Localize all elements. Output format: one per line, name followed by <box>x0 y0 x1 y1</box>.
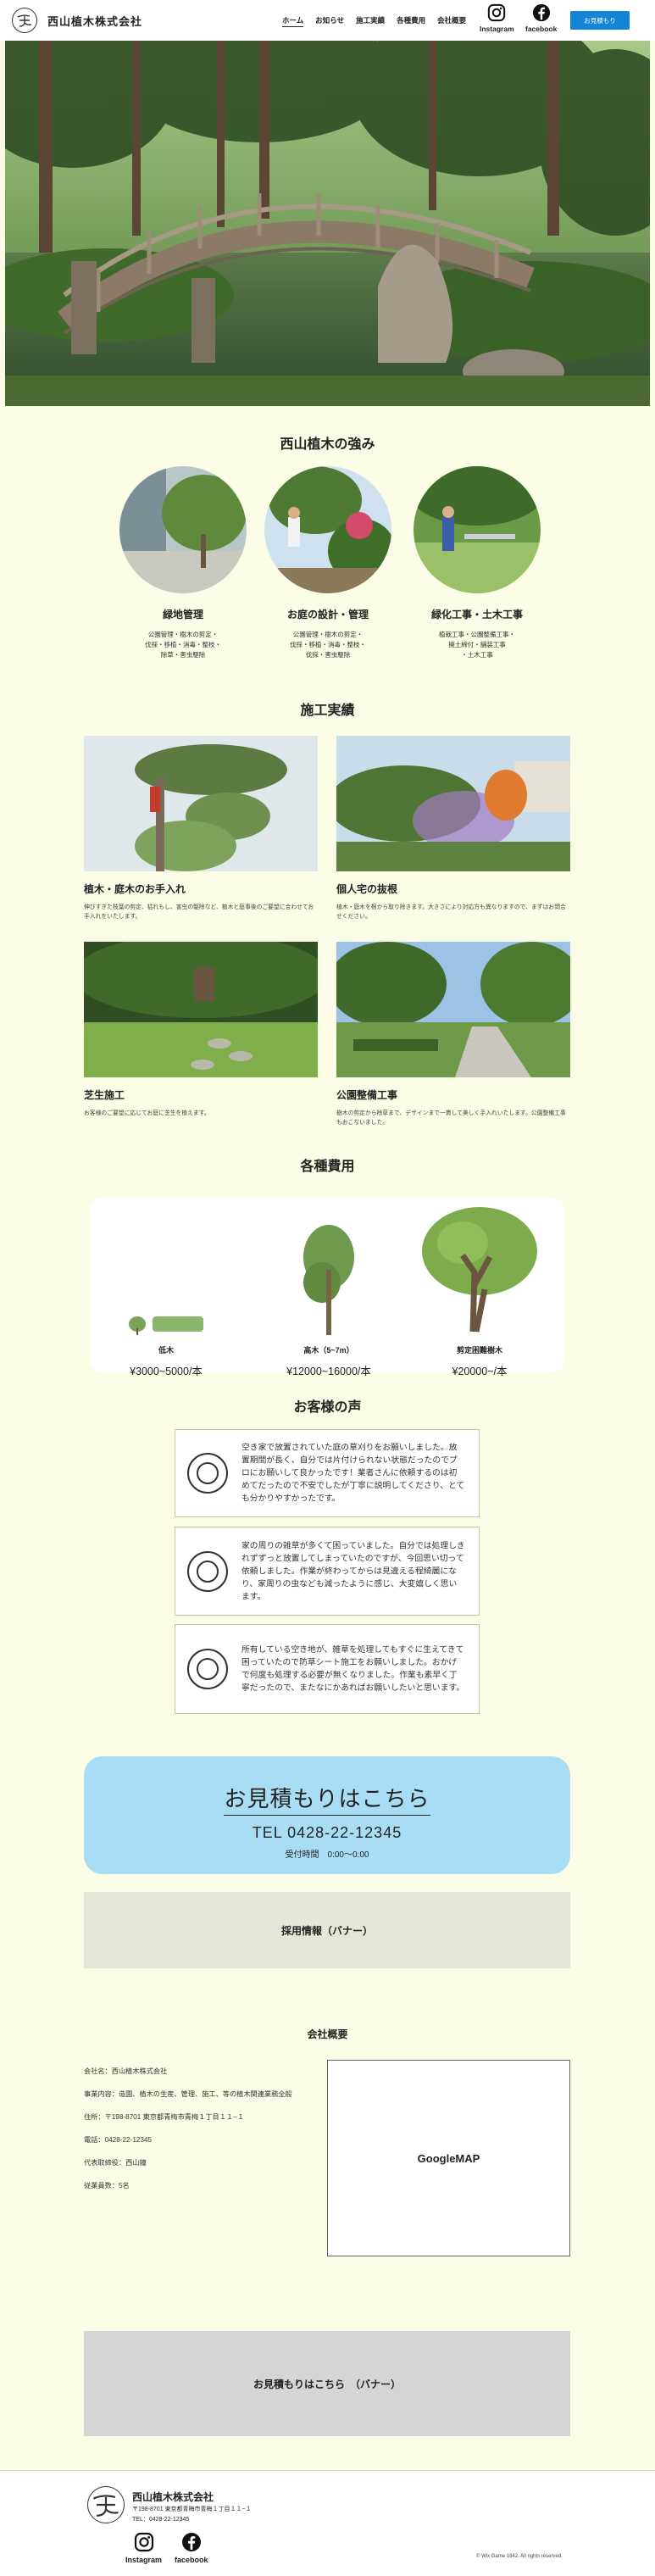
work-desc: 樹木の剪定から除草まで、デザインまで一貫して美しく手入れいたします。公園整備工事… <box>336 1110 566 1126</box>
work-card[interactable]: 個人宅の抜根 植木・庭木を根から取り除きます。大きさにより対応方も異なりますので… <box>336 736 570 921</box>
work-card[interactable]: 公園整備工事 樹木の剪定から除草まで、デザインまで一貫して美しく手入れいたします… <box>336 942 570 1127</box>
facebook-icon <box>181 2533 201 2551</box>
works-title: 施工実績 <box>300 704 355 718</box>
company-row: 代表取締役：西山鐘 <box>84 2159 147 2167</box>
voice-card: 家の周りの雑草が多くて困っていました。自分では処理しきれずずっと放置してしまって… <box>175 1527 480 1616</box>
strength-desc: 公園管理・樹木の剪定・ 伐採・移植・消毒・整枝・ 伐採・害虫駆除 <box>290 631 366 659</box>
voice-text: 所有している空き地が、雑草を処理してもすぐに生えてきて困っていたので防草シート施… <box>241 1645 465 1693</box>
footer-facebook-link[interactable]: facebook <box>175 2532 208 2564</box>
strength-desc: 植栽工事・公園整備工事・ 擁土締付・舗装工事 ・土木工事 <box>439 631 515 659</box>
hero-image <box>5 41 650 406</box>
voice-text: 家の周りの雑草が多くて困っていました。自分では処理しきれずずっと放置してしまって… <box>241 1541 465 1601</box>
cost-price: ¥20000~/本 <box>452 1366 508 1377</box>
strength-image <box>264 466 391 593</box>
cost-panel: 低木 ¥3000~5000/本 高木（5~7m） ¥12000~16000/本 … <box>90 1198 564 1377</box>
strength-image <box>119 466 247 593</box>
work-desc: 伸びすぎた枝葉の剪定、枯れもし、害虫の駆除など、植木と庭事後のご要望に合わせてお… <box>84 904 314 920</box>
nav-home[interactable]: ホーム <box>282 15 304 27</box>
strength-card: お庭の設計・管理 公園管理・樹木の剪定・ 伐採・移植・消毒・整枝・ 伐採・害虫駆除 <box>252 466 404 660</box>
work-desc: 植木・庭木を根から取り除きます。大きさにより対応方も異なりますので、まずはお問合… <box>336 904 566 920</box>
work-title: 植木・庭木のお手入れ <box>84 883 186 895</box>
contact-banner[interactable]: お見積もりはこちら TEL 0428-22-12345 受付時間 0:00〜0:… <box>84 1756 570 1874</box>
footer-brand: 西山植木株式会社 <box>132 2491 214 2503</box>
cost-price: ¥3000~5000/本 <box>130 1366 203 1377</box>
strength-title: お庭の設計・管理 <box>286 609 369 620</box>
facebook-label: facebook <box>525 25 558 33</box>
company-row: 従業員数：5名 <box>84 2182 130 2189</box>
footer-instagram-link[interactable]: Instagram <box>125 2532 162 2564</box>
user-avatar-icon <box>187 1649 228 1689</box>
work-image <box>336 736 570 871</box>
nav-works[interactable]: 施工実績 <box>356 15 385 27</box>
footer-instagram-label: Instagram <box>125 2556 163 2564</box>
estimate-banner[interactable]: お見積もりはこちら （バナー） <box>84 2331 570 2436</box>
instagram-link[interactable]: Instagram <box>480 3 514 33</box>
facebook-icon <box>532 3 550 22</box>
company-title: 会社概要 <box>307 2028 348 2040</box>
cost-price: ¥12000~16000/本 <box>286 1366 371 1377</box>
nav-company[interactable]: 会社概要 <box>437 15 466 27</box>
footer-tel: TEL：0428-22-12345 <box>132 2517 190 2523</box>
costs-title: 各種費用 <box>300 1160 355 1174</box>
cost-name: 剪定困難樹木 <box>456 1346 502 1355</box>
brand-name[interactable]: 西山植木株式会社 <box>47 13 142 29</box>
strength-desc: 公園管理・樹木の剪定・ 伐採・移植・消毒・整枝・ 除草・害虫駆除 <box>145 631 221 659</box>
cost-item: 低木 ¥3000~5000/本 <box>124 1315 208 1378</box>
strength-card: 緑化工事・土木工事 植栽工事・公園整備工事・ 擁土締付・舗装工事 ・土木工事 <box>401 466 553 660</box>
main-nav: ホーム お知らせ 施工実績 各種費用 会社概要 <box>282 15 466 27</box>
shrub-icon <box>129 1316 203 1335</box>
footer-facebook-label: facebook <box>175 2556 208 2564</box>
strength-card: 緑地管理 公園管理・樹木の剪定・ 伐採・移植・消毒・整枝・ 除草・害虫駆除 <box>107 466 259 660</box>
facebook-link[interactable]: facebook <box>525 3 557 33</box>
user-avatar-icon <box>187 1550 228 1592</box>
cost-item: 高木（5~7m） ¥12000~16000/本 <box>278 1223 380 1378</box>
work-image <box>336 942 570 1077</box>
strength-title: 緑地管理 <box>162 609 203 620</box>
copyright: © Wix Game 1842. All rights reserved. <box>476 2554 563 2559</box>
site-header: 西山植木株式会社 ホーム お知らせ 施工実績 各種費用 会社概要 Instagr… <box>0 0 655 41</box>
cost-name: 低木 <box>158 1346 174 1355</box>
work-title: 個人宅の抜根 <box>336 883 398 895</box>
large-tree-icon <box>422 1207 537 1333</box>
voices-title: お客様の声 <box>293 1400 362 1415</box>
contact-hours: 受付時間 0:00〜0:00 <box>285 1850 369 1860</box>
google-map[interactable]: GoogleMAP <box>327 2060 570 2256</box>
instagram-label: Instagram <box>480 25 514 33</box>
cost-item: 剪定困難樹木 ¥20000~/本 <box>420 1205 539 1378</box>
company-row: 会社名：西山植木株式会社 <box>84 2067 168 2075</box>
cost-name: 高木（5~7m） <box>303 1346 354 1355</box>
nav-costs[interactable]: 各種費用 <box>397 15 425 27</box>
estimate-button[interactable]: お見積もり <box>570 11 630 30</box>
company-row: 電話：0428-22-12345 <box>84 2136 153 2144</box>
user-avatar-icon <box>187 1453 228 1494</box>
work-card[interactable]: 植木・庭木のお手入れ 伸びすぎた枝葉の剪定、枯れもし、害虫の駆除など、植木と庭事… <box>84 736 318 921</box>
work-card[interactable]: 芝生施工 お客様のご要望に応じてお庭に芝生を植えます。 <box>84 942 318 1118</box>
work-desc: お客様のご要望に応じてお庭に芝生を植えます。 <box>84 1110 210 1116</box>
company-info: 会社名：西山植木株式会社 事業内容：造園、植木の生産、管理、施工、等の植木関連業… <box>84 2060 292 2197</box>
work-image <box>84 942 318 1077</box>
instagram-icon <box>488 3 506 22</box>
logo-icon[interactable] <box>12 8 37 33</box>
company-row: 住所：〒198-8701 東京都青梅市青梅１丁目１１−１ <box>84 2113 245 2121</box>
strength-title: 緑化工事・土木工事 <box>430 609 523 620</box>
site-footer: 西山植木株式会社 〒198-8701 東京都青梅市青梅１丁目１１−１ TEL：0… <box>0 2470 655 2576</box>
voice-text: 空き家で放置されていた庭の草刈りをお願いしました。放置期間が長く、自分では片付け… <box>241 1443 465 1504</box>
instagram-icon <box>134 2532 153 2552</box>
contact-tel: TEL 0428-22-12345 <box>252 1824 402 1841</box>
voice-card: 空き家で放置されていた庭の草刈りをお願いしました。放置期間が長く、自分では片付け… <box>175 1429 480 1517</box>
voice-card: 所有している空き地が、雑草を処理してもすぐに生えてきて困っていたので防草シート施… <box>175 1624 480 1714</box>
work-title: 公園整備工事 <box>336 1089 398 1101</box>
footer-address: 〒198-8701 東京都青梅市青梅１丁目１１−１ <box>132 2506 252 2512</box>
strengths-title: 西山植木の強み <box>280 437 375 452</box>
nav-news[interactable]: お知らせ <box>315 15 344 27</box>
work-title: 芝生施工 <box>84 1089 125 1101</box>
work-image <box>84 736 318 871</box>
contact-title[interactable]: お見積もりはこちら <box>224 1782 430 1816</box>
company-row: 事業内容：造園、植木の生産、管理、施工、等の植木関連業務全般 <box>84 2090 292 2098</box>
footer-logo-icon[interactable] <box>87 2486 125 2523</box>
tall-tree-icon <box>303 1225 354 1335</box>
recruit-banner[interactable]: 採用情報（バナー） <box>84 1892 570 1968</box>
strength-image <box>414 466 541 593</box>
